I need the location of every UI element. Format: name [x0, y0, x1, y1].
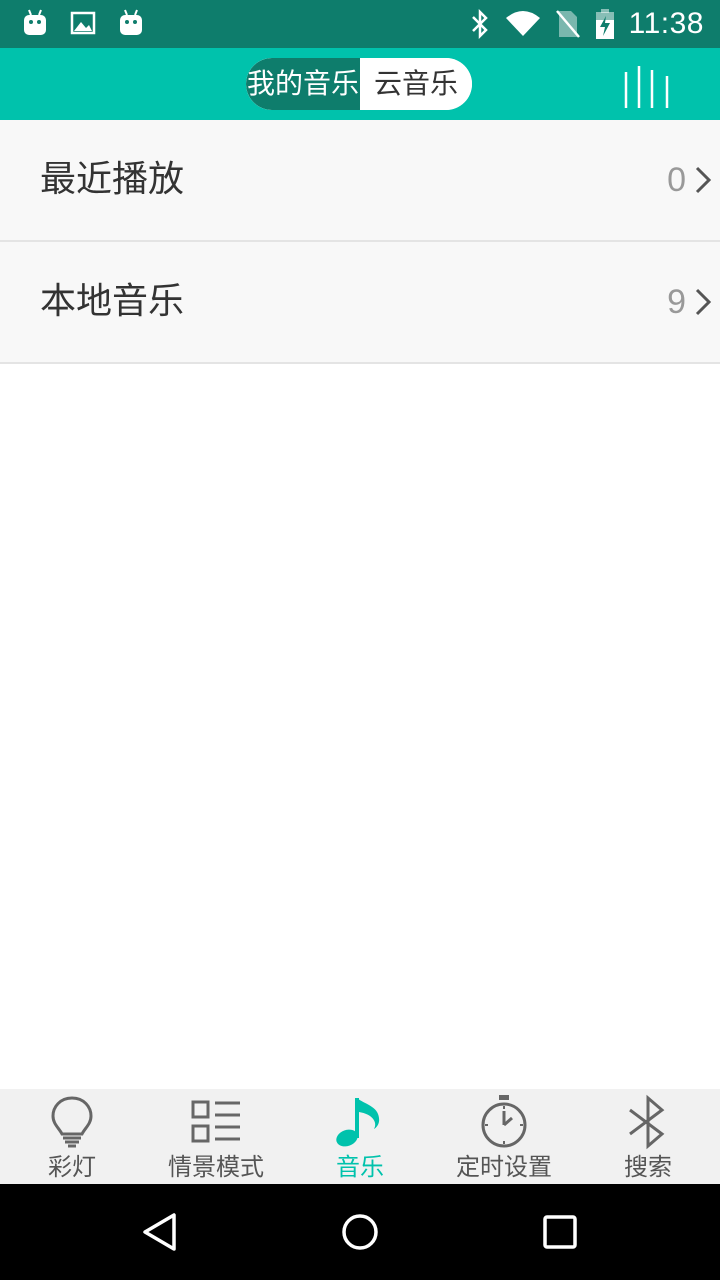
music-note-icon [336, 1098, 380, 1147]
image-icon [70, 11, 96, 35]
list-item-label: 最近播放 [40, 159, 185, 200]
system-nav-bar [0, 1184, 720, 1280]
nav-label: 音乐 [336, 1153, 384, 1181]
recents-icon[interactable] [540, 1212, 580, 1252]
equalizer-bars-icon[interactable] [622, 66, 674, 110]
no-sim-icon [555, 10, 580, 38]
wifi-icon [505, 11, 540, 36]
status-right-icons: 11:38 [469, 4, 704, 44]
list-item-local-music[interactable]: 本地音乐 9 [0, 242, 720, 364]
nav-item-timer[interactable]: 定时设置 [432, 1089, 576, 1184]
tab-cloud-music[interactable]: 云音乐 [360, 58, 472, 110]
home-icon[interactable] [340, 1212, 380, 1252]
status-left-icons [22, 8, 144, 38]
list-item-label: 本地音乐 [40, 281, 185, 322]
chevron-right-icon [695, 288, 712, 316]
tab-my-music[interactable]: 我的音乐 [246, 58, 360, 110]
music-list: 最近播放 0 本地音乐 9 [0, 120, 720, 364]
status-bar: 11:38 [0, 0, 720, 48]
nav-label: 搜索 [624, 1153, 672, 1181]
lightbulb-icon [51, 1096, 93, 1148]
nav-item-scene-mode[interactable]: 情景模式 [144, 1089, 288, 1184]
top-header: 我的音乐 云音乐 [0, 48, 720, 120]
list-item-count: 0 [667, 161, 686, 199]
music-source-toggle: 我的音乐 云音乐 [246, 58, 472, 110]
bluetooth-icon [629, 1094, 665, 1150]
nav-label: 彩灯 [48, 1153, 96, 1181]
bottom-nav: 彩灯 情景模式 音乐 定时设置 搜索 [0, 1089, 720, 1184]
status-time: 11:38 [628, 7, 704, 40]
chevron-right-icon [695, 166, 712, 194]
list-item-count: 9 [667, 283, 686, 321]
android-icon [120, 9, 142, 35]
nav-item-music[interactable]: 音乐 [288, 1089, 432, 1184]
back-icon[interactable] [140, 1212, 180, 1252]
nav-label: 定时设置 [456, 1153, 552, 1181]
nav-item-lights[interactable]: 彩灯 [0, 1089, 144, 1184]
list-icon [191, 1100, 240, 1143]
battery-charging-icon [595, 9, 614, 39]
stopwatch-icon [481, 1095, 527, 1148]
nav-item-search[interactable]: 搜索 [576, 1089, 720, 1184]
android-icon [24, 9, 46, 35]
nav-label: 情景模式 [168, 1153, 264, 1181]
bluetooth-icon [471, 9, 488, 39]
list-item-recent-played[interactable]: 最近播放 0 [0, 120, 720, 242]
